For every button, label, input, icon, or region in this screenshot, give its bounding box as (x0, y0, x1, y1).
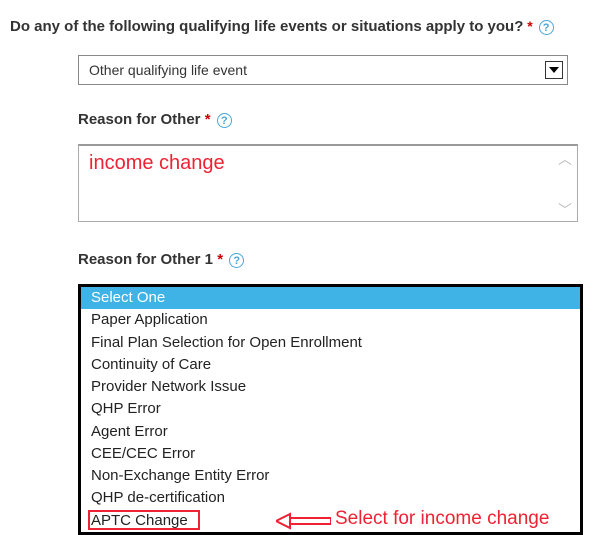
life-event-value: Other qualifying life event (89, 62, 247, 78)
life-event-dropdown[interactable]: Other qualifying life event (78, 55, 568, 85)
help-icon[interactable]: ? (539, 20, 554, 35)
list-item[interactable]: Continuity of Care (81, 354, 580, 376)
help-icon[interactable]: ? (229, 253, 244, 268)
life-event-field: Other qualifying life event Reason for O… (78, 55, 605, 535)
reason-other-1-label: Reason for Other 1 (78, 251, 213, 268)
reason-other-label-row: Reason for Other * ? (78, 111, 605, 128)
list-item[interactable]: Paper Application (81, 309, 580, 331)
list-item[interactable]: QHP Error (81, 398, 580, 420)
list-item[interactable]: Non-Exchange Entity Error (81, 465, 580, 487)
list-item[interactable]: Final Plan Selection for Open Enrollment (81, 332, 580, 354)
reason-other-textarea[interactable] (78, 144, 578, 222)
reason-other-1-listbox-wrap: Select One Paper Application Final Plan … (78, 284, 583, 535)
list-item[interactable]: QHP de-certification (81, 487, 580, 509)
required-mark: * (205, 111, 211, 128)
list-item[interactable]: Select One (81, 287, 580, 309)
question-label: Do any of the following qualifying life … (10, 18, 523, 35)
help-icon[interactable]: ? (217, 113, 232, 128)
list-item[interactable]: APTC Change (81, 510, 580, 532)
question-row: Do any of the following qualifying life … (10, 18, 605, 35)
list-item[interactable]: CEE/CEC Error (81, 443, 580, 465)
required-mark: * (217, 251, 223, 268)
reason-other-textarea-wrap: ︿ ﹀ (78, 144, 578, 225)
reason-other-label: Reason for Other (78, 111, 201, 128)
list-item[interactable]: Provider Network Issue (81, 376, 580, 398)
list-item[interactable]: Agent Error (81, 421, 580, 443)
reason-other-1-listbox[interactable]: Select One Paper Application Final Plan … (81, 287, 580, 532)
reason-other-1-label-row: Reason for Other 1 * ? (78, 251, 605, 268)
chevron-down-icon (545, 61, 563, 79)
required-mark: * (527, 18, 532, 34)
